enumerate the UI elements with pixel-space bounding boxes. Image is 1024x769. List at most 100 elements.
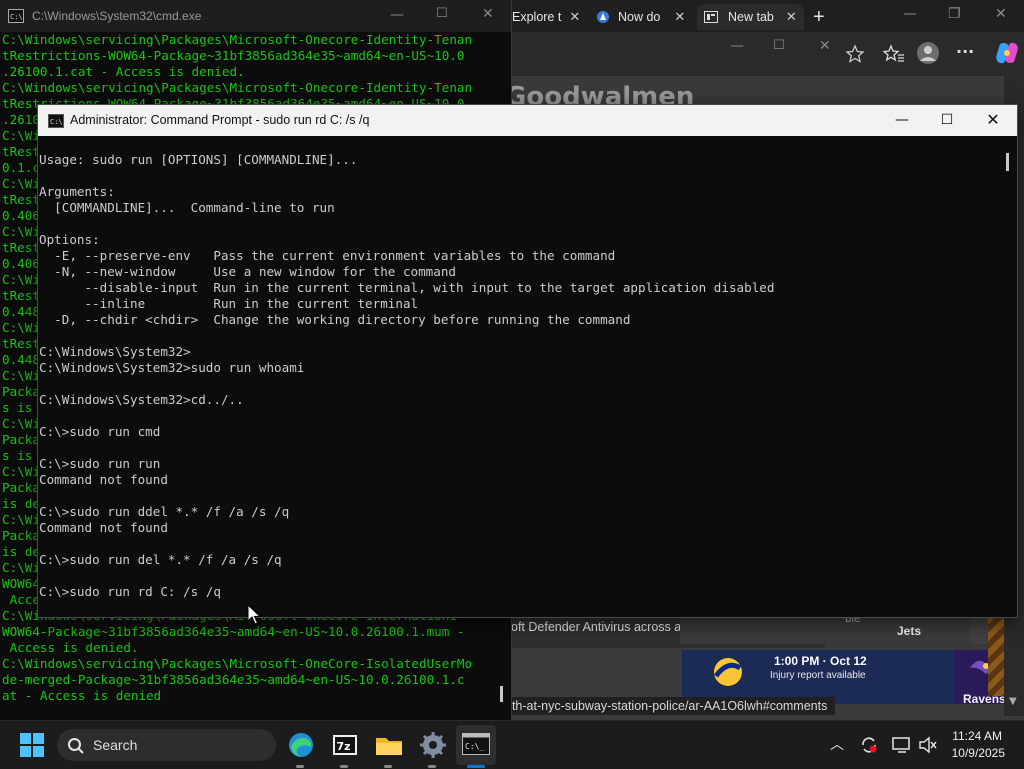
- cmd-window-admin[interactable]: C:\ Administrator: Command Prompt - sudo…: [37, 104, 1018, 618]
- console-line: C:\>sudo run ddel *.* /f /a /s /q: [39, 504, 290, 519]
- close-icon[interactable]: ✕: [995, 6, 1007, 22]
- close-icon[interactable]: ✕: [674, 9, 685, 25]
- team-name: Jets: [897, 624, 922, 638]
- display-icon[interactable]: [892, 736, 912, 754]
- console-line: Access is denied.: [2, 640, 139, 655]
- title-bar[interactable]: C:\ Administrator: Command Prompt - sudo…: [38, 105, 1017, 136]
- console-line: --inline Run in the current terminal: [39, 296, 419, 311]
- new-tab-button[interactable]: +: [813, 4, 825, 30]
- browser-tab-label: Now do: [618, 10, 661, 24]
- maximize-icon[interactable]: ☐: [773, 38, 785, 53]
- sports-widget: ble Jets 1:00 PM · Oct 12 Injury report …: [680, 614, 1024, 706]
- console-line: C:\>sudo run cmd: [39, 424, 161, 439]
- console-line: -N, --new-window Use a new window for th…: [39, 264, 457, 279]
- taskbar: Search 7z C:\_ ︿ 11:24 AM 10/9/2025: [0, 720, 1024, 769]
- search-icon: [68, 738, 84, 754]
- 7zip-icon[interactable]: 7z: [329, 729, 361, 761]
- game-note: Injury report available: [770, 670, 866, 681]
- console-line: [COMMANDLINE]... Command-line to run: [39, 200, 335, 215]
- console-line: -E, --preserve-env Pass the current envi…: [39, 248, 616, 263]
- favorites-icon[interactable]: [883, 44, 905, 64]
- console-line: Options:: [39, 232, 100, 247]
- settings-icon[interactable]: [417, 729, 449, 761]
- sync-icon[interactable]: [860, 736, 878, 754]
- minimize-icon[interactable]: —: [903, 6, 917, 22]
- console-line: C:\Windows\servicing\Packages\Microsoft-…: [2, 80, 473, 95]
- console-line: at - Access is denied: [2, 688, 162, 700]
- team-logo-icon: [714, 658, 742, 686]
- console-line: C:\>sudo run rd C: /s /q: [39, 584, 221, 599]
- console-output: Usage: sudo run [OPTIONS] [COMMANDLINE].…: [39, 152, 999, 612]
- cmd-app-icon: C:\: [8, 9, 24, 23]
- scrollbar-thumb[interactable]: [1006, 153, 1009, 171]
- svg-text:C:\: C:\: [10, 13, 23, 21]
- profile-avatar-icon[interactable]: [916, 41, 940, 65]
- browser-tab-new[interactable]: New tab ✕: [697, 4, 804, 30]
- edge-icon[interactable]: [285, 729, 317, 761]
- game-time: 1:00 PM · Oct 12: [774, 654, 867, 668]
- close-icon[interactable]: ✕: [971, 109, 1015, 131]
- console-line: C:\Windows\servicing\Packages\Microsoft-…: [2, 656, 473, 671]
- minimize-icon[interactable]: —: [880, 109, 924, 131]
- scrollbar-thumb[interactable]: [500, 686, 503, 702]
- console-line: C:\Windows\System32>cd../..: [39, 392, 244, 407]
- console-line: C:\Windows\servicing\Packages\Microsoft-…: [2, 32, 473, 47]
- browser-tab-now[interactable]: Now do ✕: [592, 4, 694, 30]
- taskbar-search-box[interactable]: Search: [57, 729, 276, 761]
- browser-tab-explore[interactable]: Explore t ✕: [505, 4, 585, 30]
- status-url: ath-at-nyc-subway-station-police/ar-AA1O…: [505, 697, 835, 715]
- browser-tab-label: New tab: [728, 10, 774, 24]
- console-line: Command not found: [39, 472, 168, 487]
- copilot-icon[interactable]: [994, 41, 1020, 65]
- console-line: C:\>sudo run run: [39, 456, 161, 471]
- minimize-icon[interactable]: —: [390, 7, 404, 23]
- terminal-icon: C:\_: [462, 733, 490, 755]
- mouse-cursor-icon: [247, 604, 261, 625]
- svg-text:C:\_: C:\_: [465, 742, 484, 751]
- close-icon[interactable]: ✕: [569, 9, 580, 25]
- window-title: C:\Windows\System32\cmd.exe: [32, 9, 202, 23]
- close-icon[interactable]: ✕: [786, 9, 797, 25]
- maximize-icon[interactable]: ❐: [948, 6, 961, 22]
- svg-text:C:\: C:\: [50, 118, 63, 126]
- console-line: .26100.1.cat - Access is denied.: [2, 64, 245, 79]
- scroll-down-icon[interactable]: ▼: [1009, 696, 1017, 707]
- minimize-icon[interactable]: —: [730, 38, 744, 54]
- clock-date[interactable]: 10/9/2025: [952, 746, 1005, 760]
- favorites-star-icon[interactable]: [845, 44, 865, 64]
- more-icon[interactable]: ···: [956, 42, 974, 61]
- close-icon[interactable]: ✕: [819, 38, 831, 54]
- app-icon: [597, 11, 609, 23]
- cmd-app-icon: C:\: [48, 114, 64, 128]
- console-line: C:\Windows\System32>sudo run whoami: [39, 360, 305, 375]
- clock-time[interactable]: 11:24 AM: [952, 729, 1002, 743]
- maximize-icon[interactable]: ☐: [925, 109, 969, 131]
- file-explorer-icon[interactable]: [373, 729, 405, 761]
- browser-toolbar: — ☐ ✕ ···: [505, 32, 1024, 76]
- volume-icon[interactable]: [918, 736, 938, 754]
- search-label: Search: [93, 737, 138, 753]
- close-icon[interactable]: ✕: [482, 6, 494, 22]
- maximize-icon[interactable]: ☐: [436, 6, 448, 21]
- chevron-up-icon[interactable]: ︿: [830, 734, 844, 754]
- console-line: Arguments:: [39, 184, 115, 199]
- terminal-active-bg[interactable]: C:\_: [456, 725, 496, 765]
- start-icon[interactable]: [20, 733, 44, 757]
- console-line: C:\>sudo run del *.* /f /a /s /q: [39, 552, 282, 567]
- console-line: Command not found: [39, 520, 168, 535]
- console-line: tRestrictions-WOW64-Package~31bf3856ad36…: [2, 48, 465, 63]
- browser-tab-strip: Explore t ✕ Now do ✕ New tab ✕ + — ❐ ✕: [505, 0, 1024, 32]
- title-bar[interactable]: C:\ C:\Windows\System32\cmd.exe — ☐ ✕: [0, 0, 511, 32]
- new-tab-icon: [704, 11, 718, 23]
- browser-tab-label: Explore t: [512, 10, 562, 24]
- console-line: WOW64-Package~31bf3856ad364e35~amd64~en-…: [2, 624, 465, 639]
- console-line: -D, --chdir <chdir> Change the working d…: [39, 312, 631, 327]
- svg-text:7z: 7z: [337, 740, 351, 753]
